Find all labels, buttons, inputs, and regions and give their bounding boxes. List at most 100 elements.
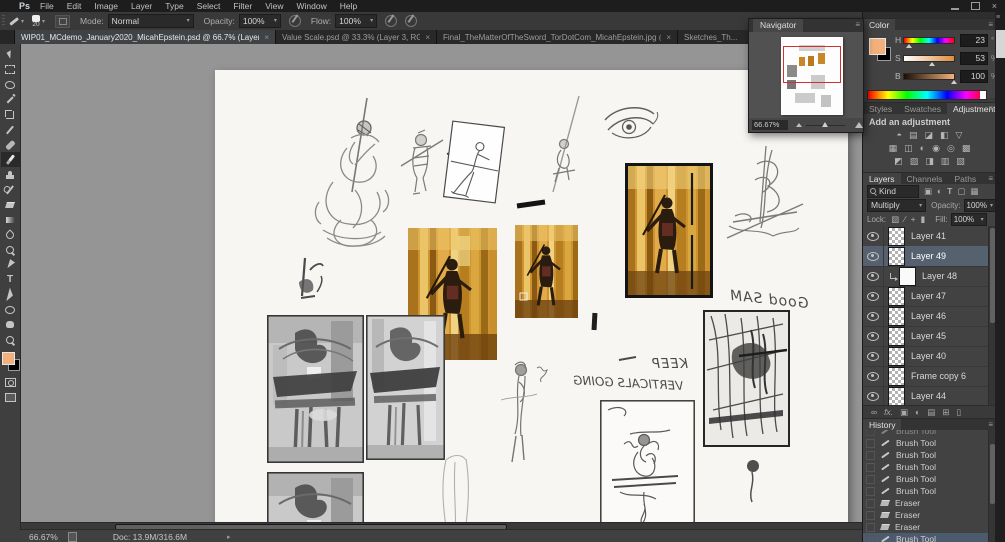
tool-crop[interactable] <box>1 107 20 122</box>
layer-blend-mode-dropdown[interactable]: Multiply ▾ <box>867 198 927 212</box>
canvas-workspace[interactable]: Good SAM KEEP VERTICALS GOING <box>21 44 862 529</box>
close-button[interactable]: × <box>992 1 997 11</box>
layer-style-fx-icon[interactable]: fx. <box>884 407 893 417</box>
opacity-dropdown[interactable]: 100% ▾ <box>238 14 281 28</box>
history-row-selected[interactable]: Brush Tool <box>863 533 989 542</box>
invert-icon[interactable]: ◩ <box>894 156 903 166</box>
tool-healing-brush[interactable] <box>1 137 20 152</box>
saturation-slider[interactable] <box>903 54 955 66</box>
zoom-in-icon[interactable] <box>855 122 863 128</box>
layer-row[interactable]: Layer 45 <box>863 326 989 347</box>
visibility-eye-icon[interactable] <box>867 291 879 301</box>
levels-icon[interactable]: ▤ <box>909 130 918 140</box>
brightness-slider[interactable] <box>903 72 957 84</box>
history-row[interactable]: Brush Tool <box>863 430 989 437</box>
document-canvas[interactable]: Good SAM KEEP VERTICALS GOING <box>215 70 848 529</box>
visibility-eye-icon[interactable] <box>867 331 879 341</box>
curves-icon[interactable]: ◪ <box>925 130 934 140</box>
menu-type[interactable]: Type <box>165 1 183 11</box>
filter-smart-objects-icon[interactable]: ▦ <box>970 186 978 197</box>
channel-mixer-icon[interactable]: ◎ <box>947 143 955 153</box>
brush-picker-caret-icon[interactable]: ▾ <box>42 18 45 25</box>
history-source-well[interactable] <box>866 438 875 448</box>
history-row[interactable]: Brush Tool <box>863 461 989 473</box>
panel-menu-icon[interactable]: ≡ <box>988 104 993 113</box>
tool-eraser[interactable] <box>1 197 20 212</box>
history-row[interactable]: Eraser <box>863 521 989 533</box>
status-zoom-level[interactable]: 66.67% <box>29 532 58 542</box>
brush-preset-caret-icon[interactable]: ▾ <box>21 18 24 25</box>
panel-menu-icon[interactable]: ≡ <box>988 20 993 29</box>
layer-thumbnail[interactable] <box>899 266 916 286</box>
layer-row[interactable]: Layer 46 <box>863 306 989 327</box>
panel-menu-icon[interactable]: ≡ <box>988 420 993 429</box>
quick-mask-icon[interactable] <box>4 378 16 387</box>
visibility-eye-icon[interactable] <box>867 311 879 321</box>
tab-close-icon[interactable]: × <box>264 33 269 42</box>
history-row[interactable]: Brush Tool <box>863 449 989 461</box>
filter-type-layers-icon[interactable]: T <box>947 186 952 196</box>
layer-row[interactable]: Layer 40 <box>863 346 989 367</box>
tool-quick-selection[interactable] <box>1 92 20 107</box>
history-source-well[interactable] <box>866 474 875 484</box>
minimize-button[interactable] <box>950 7 959 10</box>
add-layer-mask-icon[interactable]: ▣ <box>900 407 908 418</box>
color-lookup-icon[interactable]: ▩ <box>962 143 971 153</box>
history-source-well[interactable] <box>866 450 875 460</box>
brush-preset-picker[interactable]: 20 <box>32 14 41 28</box>
history-source-well[interactable] <box>866 534 875 542</box>
history-source-well[interactable] <box>866 430 875 436</box>
history-source-well[interactable] <box>866 462 875 472</box>
visibility-eye-icon[interactable] <box>867 231 879 241</box>
saturation-value[interactable]: 53 <box>960 51 988 65</box>
menu-layer[interactable]: Layer <box>131 1 152 11</box>
brightness-contrast-icon[interactable]: ◓ <box>897 130 902 140</box>
tool-dodge[interactable] <box>1 242 20 257</box>
menu-view[interactable]: View <box>265 1 283 11</box>
visibility-eye-icon[interactable] <box>867 251 879 261</box>
brightness-slider-marker[interactable] <box>951 79 957 84</box>
visibility-eye-icon[interactable] <box>867 391 879 401</box>
filter-adjustment-layers-icon[interactable]: ◐ <box>937 186 942 196</box>
airbrush-icon[interactable] <box>385 15 398 27</box>
layer-thumbnail[interactable] <box>888 386 905 405</box>
history-source-well[interactable] <box>866 522 875 532</box>
tool-hand[interactable] <box>1 317 20 332</box>
history-source-well[interactable] <box>866 498 875 508</box>
layer-row[interactable]: Layer 44 <box>863 386 989 405</box>
color-spectrum-ramp[interactable] <box>867 90 987 100</box>
brightness-value[interactable]: 100 <box>960 69 988 83</box>
link-layers-icon[interactable]: ∞ <box>871 407 877 417</box>
layer-thumbnail[interactable] <box>888 346 905 366</box>
tool-zoom[interactable] <box>1 332 20 347</box>
history-row[interactable]: Eraser <box>863 497 989 509</box>
layer-thumbnail[interactable] <box>888 246 905 266</box>
history-source-well[interactable] <box>866 486 875 496</box>
tool-move[interactable] <box>1 47 20 62</box>
tab-close-icon[interactable]: × <box>666 33 671 42</box>
panel-menu-icon[interactable]: ≡ <box>855 20 860 29</box>
tool-pen[interactable] <box>1 257 20 272</box>
vibrance-icon[interactable]: ▽ <box>956 130 963 140</box>
layer-thumbnail[interactable] <box>888 366 905 386</box>
history-source-well[interactable] <box>866 510 875 520</box>
navigator-thumbnail[interactable] <box>781 37 843 115</box>
status-flyout-arrow-icon[interactable]: ▸ <box>227 533 231 541</box>
expand-dock-icon[interactable]: ≡ <box>996 14 1000 21</box>
threshold-icon[interactable]: ◨ <box>925 156 934 166</box>
visibility-eye-icon[interactable] <box>867 371 879 381</box>
new-layer-icon[interactable]: ⊞ <box>942 407 949 418</box>
history-row[interactable]: Brush Tool <box>863 473 989 485</box>
layer-row-selected[interactable]: Layer 49 <box>863 246 989 267</box>
saturation-slider-marker[interactable] <box>929 61 935 66</box>
gradient-map-icon[interactable]: ▧ <box>956 156 965 166</box>
lock-all-icon[interactable]: ▮ <box>921 214 926 225</box>
flow-dropdown[interactable]: 100% ▾ <box>335 14 378 28</box>
hue-slider-marker[interactable] <box>906 43 912 48</box>
tool-type[interactable]: T <box>1 272 20 287</box>
tool-clone-stamp[interactable] <box>1 167 20 182</box>
tab-close-icon[interactable]: × <box>425 33 430 42</box>
tool-shape[interactable] <box>1 302 20 317</box>
filter-pixel-layers-icon[interactable]: ▣ <box>924 186 932 197</box>
layer-row[interactable]: Layer 47 <box>863 286 989 307</box>
